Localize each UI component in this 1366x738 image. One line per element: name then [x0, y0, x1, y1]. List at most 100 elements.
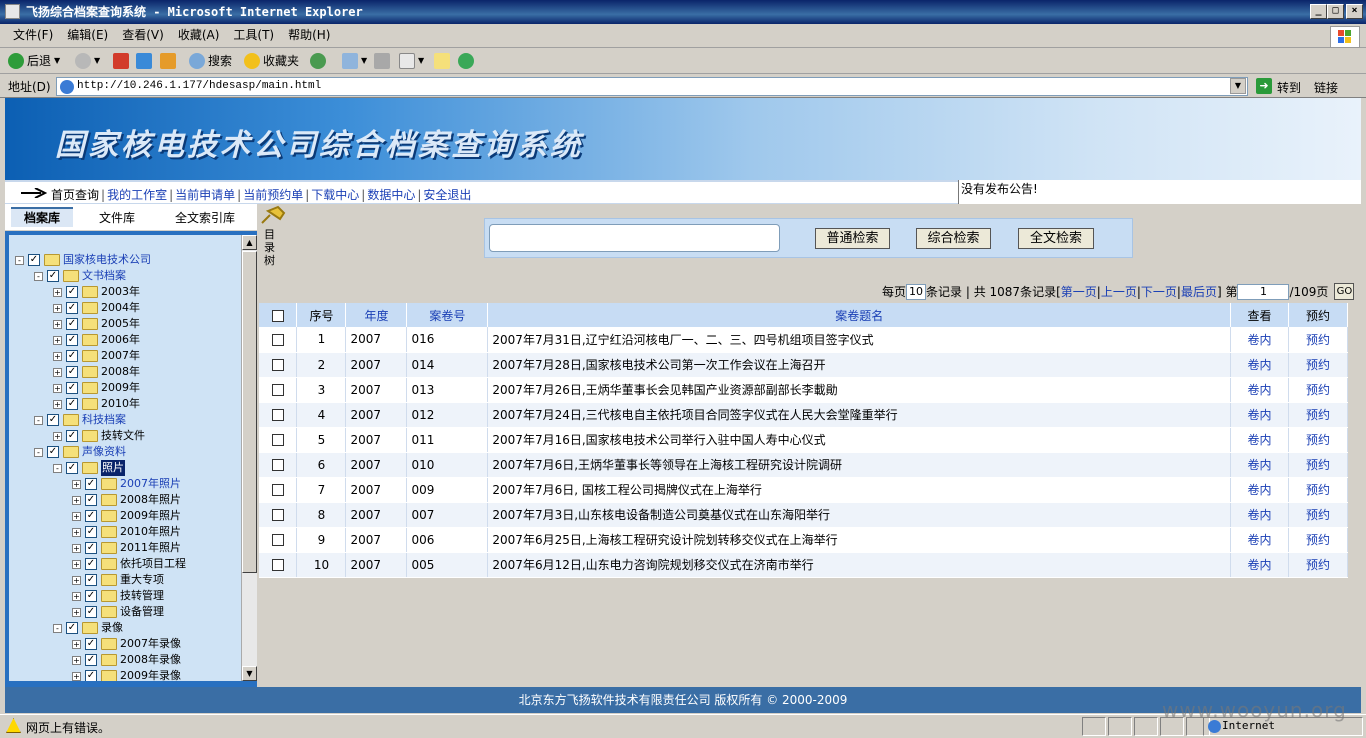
first-page-link[interactable]: 第一页 — [1061, 283, 1097, 300]
row-checkbox[interactable] — [271, 559, 284, 571]
view-link[interactable]: 卷内 — [1230, 352, 1289, 378]
collapse-icon[interactable]: - — [53, 463, 62, 473]
tree-checkbox[interactable]: ✓ — [47, 270, 59, 282]
go-button[interactable]: 转到 — [1277, 79, 1301, 96]
tree-checkbox[interactable]: ✓ — [85, 478, 97, 490]
tree-scrollbar[interactable]: ▲ ▼ — [241, 235, 257, 681]
row-checkbox[interactable] — [271, 384, 284, 396]
expand-icon[interactable]: + — [72, 543, 81, 553]
tree-node-label[interactable]: 2010年 — [101, 396, 140, 412]
collapse-icon[interactable]: - — [34, 415, 43, 425]
tab-fulltext-library[interactable]: 全文索引库 — [175, 209, 235, 226]
tree-node[interactable]: - ✓ 文书档案 — [34, 268, 126, 284]
tree-checkbox[interactable]: ✓ — [66, 334, 78, 346]
messenger-button[interactable] — [458, 51, 474, 71]
expand-icon[interactable]: + — [72, 559, 81, 569]
row-checkbox[interactable] — [271, 359, 284, 371]
view-link[interactable]: 卷内 — [1230, 527, 1289, 553]
tree-checkbox[interactable]: ✓ — [85, 638, 97, 650]
maximize-button[interactable]: □ — [1327, 4, 1344, 19]
tree-node[interactable]: + ✓ 2003年 — [53, 284, 140, 300]
tree-checkbox[interactable]: ✓ — [66, 462, 78, 474]
tree-node-label[interactable]: 科技档案 — [82, 412, 126, 428]
tree-node[interactable]: + ✓ 2004年 — [53, 300, 140, 316]
tree-node[interactable]: - ✓ 国家核电技术公司 — [15, 252, 151, 268]
tree-checkbox[interactable]: ✓ — [66, 366, 78, 378]
refresh-button[interactable] — [136, 51, 152, 71]
tree-node[interactable]: + ✓ 设备管理 — [72, 604, 164, 620]
row-checkbox[interactable] — [271, 333, 284, 346]
tree-node-label[interactable]: 技转文件 — [101, 428, 145, 444]
tree-checkbox[interactable]: ✓ — [85, 574, 97, 586]
tree-checkbox[interactable]: ✓ — [85, 494, 97, 506]
tree-node-label[interactable]: 声像资料 — [82, 444, 126, 460]
search-button[interactable]: 搜索 — [189, 51, 232, 71]
tree-node-label[interactable]: 设备管理 — [120, 604, 164, 620]
tree-node-label[interactable]: 文书档案 — [82, 268, 126, 284]
tree-node[interactable]: + ✓ 技转管理 — [72, 588, 164, 604]
address-dropdown-icon[interactable]: ▼ — [1230, 78, 1246, 94]
tree-checkbox[interactable]: ✓ — [85, 510, 97, 522]
expand-icon[interactable]: + — [72, 639, 81, 649]
nav-downloads[interactable]: 下载中心 — [311, 188, 359, 202]
reserve-link[interactable]: 预约 — [1288, 527, 1349, 553]
tree-node[interactable]: + ✓ 2008年照片 — [72, 492, 181, 508]
tree-checkbox[interactable]: ✓ — [28, 254, 40, 266]
menu-favorites[interactable]: 收藏(A) — [171, 24, 227, 47]
tree-node[interactable]: + ✓ 技转文件 — [53, 428, 145, 444]
nav-logout[interactable]: 安全退出 — [423, 188, 471, 202]
tree-node[interactable]: + ✓ 2006年 — [53, 332, 140, 348]
tree-node-label[interactable]: 2009年录像 — [120, 668, 181, 681]
warning-icon[interactable] — [6, 718, 21, 733]
tree-checkbox[interactable]: ✓ — [66, 350, 78, 362]
forward-button[interactable]: ▼ — [75, 51, 100, 71]
tree-node[interactable]: + ✓ 2009年照片 — [72, 508, 181, 524]
menu-file[interactable]: 文件(F) — [6, 24, 60, 47]
tree-node[interactable]: + ✓ 2011年照片 — [72, 540, 181, 556]
next-page-link[interactable]: 下一页 — [1141, 283, 1177, 300]
expand-icon[interactable]: + — [72, 511, 81, 521]
directory-tree-label[interactable]: 目录树 — [264, 228, 276, 267]
print-button[interactable] — [374, 51, 390, 71]
tree-node-label[interactable]: 2006年 — [101, 332, 140, 348]
discuss-button[interactable] — [434, 51, 450, 71]
tree-checkbox[interactable]: ✓ — [47, 414, 59, 426]
page-number-input[interactable]: 1 — [1237, 283, 1290, 300]
tree-checkbox[interactable]: ✓ — [85, 526, 97, 538]
tree-node[interactable]: + ✓ 2007年录像 — [72, 636, 181, 652]
menu-view[interactable]: 查看(V) — [115, 24, 171, 47]
back-button[interactable]: 后退 ▼ — [8, 51, 60, 71]
tree-node[interactable]: + ✓ 重大专项 — [72, 572, 164, 588]
tree-checkbox[interactable]: ✓ — [85, 654, 97, 666]
cell-title[interactable]: 2007年7月16日,国家核电技术公司举行入驻中国人寿中心仪式 — [487, 427, 1232, 453]
edit-button[interactable]: ▼ — [399, 51, 424, 71]
expand-icon[interactable]: + — [53, 399, 62, 409]
nav-reservations[interactable]: 当前预约单 — [243, 188, 303, 202]
expand-icon[interactable]: + — [53, 303, 62, 313]
go-arrow-icon[interactable]: ➜ — [1256, 78, 1272, 94]
row-checkbox[interactable] — [271, 509, 284, 521]
expand-icon[interactable]: + — [72, 591, 81, 601]
tree-node-label[interactable]: 2010年照片 — [120, 524, 181, 540]
stop-button[interactable] — [113, 51, 129, 71]
tree-checkbox[interactable]: ✓ — [85, 606, 97, 618]
view-link[interactable]: 卷内 — [1230, 327, 1289, 353]
tree-node[interactable]: + ✓ 依托项目工程 — [72, 556, 186, 572]
tree-checkbox[interactable]: ✓ — [47, 446, 59, 458]
tree-checkbox[interactable]: ✓ — [66, 302, 78, 314]
menu-help[interactable]: 帮助(H) — [281, 24, 337, 47]
per-page-input[interactable]: 10 — [906, 283, 927, 300]
tree-node[interactable]: + ✓ 2010年照片 — [72, 524, 181, 540]
expand-icon[interactable]: + — [72, 671, 81, 681]
scroll-thumb[interactable] — [242, 251, 257, 573]
reserve-link[interactable]: 预约 — [1288, 502, 1349, 528]
row-checkbox[interactable] — [271, 459, 284, 471]
tree-node-label[interactable]: 2007年录像 — [120, 636, 181, 652]
tree-checkbox[interactable]: ✓ — [85, 590, 97, 602]
select-all-checkbox[interactable] — [271, 309, 284, 322]
reserve-link[interactable]: 预约 — [1288, 352, 1349, 378]
tree-node-label[interactable]: 依托项目工程 — [120, 556, 186, 572]
expand-icon[interactable]: + — [72, 527, 81, 537]
tree-checkbox[interactable]: ✓ — [85, 558, 97, 570]
favorites-button[interactable]: 收藏夹 — [244, 51, 299, 71]
